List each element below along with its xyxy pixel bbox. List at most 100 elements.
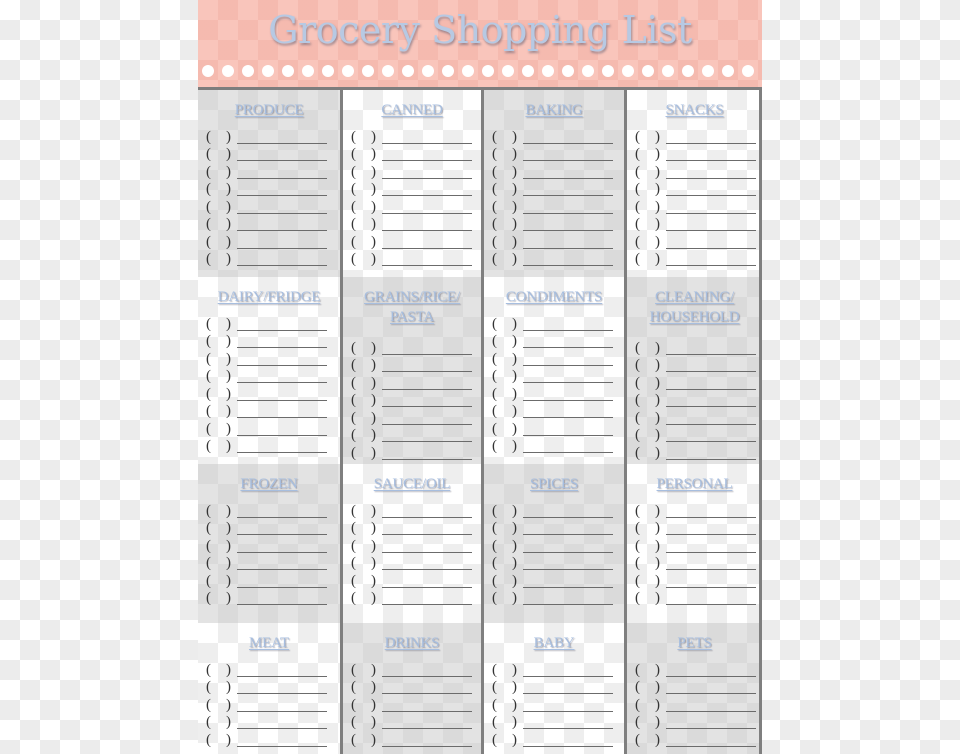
checkbox-open[interactable]: ( xyxy=(635,129,645,146)
item-write-line[interactable] xyxy=(382,551,472,553)
item-write-line[interactable] xyxy=(382,569,472,570)
checkbox-open[interactable]: ( xyxy=(635,427,645,444)
checkbox-close[interactable]: ) xyxy=(371,555,381,572)
checkbox-open[interactable]: ( xyxy=(206,199,216,216)
checkbox-close[interactable]: ) xyxy=(655,679,665,696)
item-write-line[interactable] xyxy=(382,230,472,231)
checkbox-open[interactable]: ( xyxy=(492,697,502,714)
checkbox-open[interactable]: ( xyxy=(492,234,502,251)
checkbox-close[interactable]: ) xyxy=(512,146,522,163)
checkbox-close[interactable]: ) xyxy=(512,333,522,350)
item-write-line[interactable] xyxy=(523,569,613,570)
item-write-line[interactable] xyxy=(237,265,327,266)
item-write-line[interactable] xyxy=(666,569,756,570)
item-write-line[interactable] xyxy=(523,745,613,747)
checkbox-open[interactable]: ( xyxy=(492,351,502,368)
checkbox-close[interactable]: ) xyxy=(371,251,381,268)
item-write-line[interactable] xyxy=(523,247,613,249)
item-write-line[interactable] xyxy=(666,441,756,442)
checkbox-open[interactable]: ( xyxy=(351,392,361,409)
checkbox-open[interactable]: ( xyxy=(635,375,645,392)
checkbox-close[interactable]: ) xyxy=(226,386,236,403)
checkbox-open[interactable]: ( xyxy=(492,333,502,350)
checkbox-open[interactable]: ( xyxy=(635,392,645,409)
checkbox-open[interactable]: ( xyxy=(492,386,502,403)
item-write-line[interactable] xyxy=(237,534,327,535)
checkbox-open[interactable]: ( xyxy=(206,164,216,181)
checkbox-close[interactable]: ) xyxy=(655,697,665,714)
checkbox-open[interactable]: ( xyxy=(206,316,216,333)
checkbox-close[interactable]: ) xyxy=(371,164,381,181)
item-write-line[interactable] xyxy=(523,586,613,588)
checkbox-close[interactable]: ) xyxy=(226,573,236,590)
checkbox-open[interactable]: ( xyxy=(351,357,361,374)
checkbox-open[interactable]: ( xyxy=(635,181,645,198)
checkbox-open[interactable]: ( xyxy=(635,164,645,181)
checkbox-close[interactable]: ) xyxy=(226,538,236,555)
checkbox-close[interactable]: ) xyxy=(226,333,236,350)
item-write-line[interactable] xyxy=(523,142,613,144)
checkbox-close[interactable]: ) xyxy=(655,503,665,520)
item-write-line[interactable] xyxy=(382,160,472,161)
checkbox-close[interactable]: ) xyxy=(226,251,236,268)
item-write-line[interactable] xyxy=(237,347,327,348)
checkbox-close[interactable]: ) xyxy=(371,216,381,233)
checkbox-close[interactable]: ) xyxy=(655,662,665,679)
item-write-line[interactable] xyxy=(237,693,327,694)
checkbox-close[interactable]: ) xyxy=(512,679,522,696)
checkbox-open[interactable]: ( xyxy=(351,520,361,537)
checkbox-close[interactable]: ) xyxy=(512,234,522,251)
item-write-line[interactable] xyxy=(666,212,756,214)
item-write-line[interactable] xyxy=(382,458,472,460)
checkbox-close[interactable]: ) xyxy=(655,392,665,409)
checkbox-open[interactable]: ( xyxy=(351,732,361,749)
item-write-line[interactable] xyxy=(523,675,613,677)
checkbox-close[interactable]: ) xyxy=(226,732,236,749)
checkbox-close[interactable]: ) xyxy=(655,538,665,555)
checkbox-close[interactable]: ) xyxy=(512,351,522,368)
checkbox-open[interactable]: ( xyxy=(351,590,361,607)
checkbox-open[interactable]: ( xyxy=(635,697,645,714)
checkbox-close[interactable]: ) xyxy=(226,181,236,198)
item-write-line[interactable] xyxy=(237,417,327,418)
item-write-line[interactable] xyxy=(237,569,327,570)
item-write-line[interactable] xyxy=(382,675,472,677)
checkbox-open[interactable]: ( xyxy=(492,573,502,590)
checkbox-open[interactable]: ( xyxy=(492,714,502,731)
item-write-line[interactable] xyxy=(237,247,327,249)
item-write-line[interactable] xyxy=(666,586,756,588)
item-write-line[interactable] xyxy=(666,388,756,390)
checkbox-open[interactable]: ( xyxy=(351,445,361,462)
checkbox-open[interactable]: ( xyxy=(206,333,216,350)
checkbox-close[interactable]: ) xyxy=(655,251,665,268)
checkbox-close[interactable]: ) xyxy=(371,427,381,444)
checkbox-open[interactable]: ( xyxy=(351,234,361,251)
checkbox-close[interactable]: ) xyxy=(512,555,522,572)
checkbox-close[interactable]: ) xyxy=(226,316,236,333)
item-write-line[interactable] xyxy=(237,452,327,453)
item-write-line[interactable] xyxy=(382,265,472,266)
checkbox-close[interactable]: ) xyxy=(371,590,381,607)
checkbox-open[interactable]: ( xyxy=(206,590,216,607)
checkbox-open[interactable]: ( xyxy=(635,445,645,462)
checkbox-open[interactable]: ( xyxy=(351,538,361,555)
checkbox-close[interactable]: ) xyxy=(371,375,381,392)
checkbox-open[interactable]: ( xyxy=(351,714,361,731)
checkbox-close[interactable]: ) xyxy=(226,679,236,696)
item-write-line[interactable] xyxy=(382,195,472,196)
checkbox-open[interactable]: ( xyxy=(492,555,502,572)
item-write-line[interactable] xyxy=(382,586,472,588)
checkbox-open[interactable]: ( xyxy=(351,375,361,392)
checkbox-close[interactable]: ) xyxy=(655,146,665,163)
checkbox-open[interactable]: ( xyxy=(635,146,645,163)
checkbox-close[interactable]: ) xyxy=(655,573,665,590)
checkbox-open[interactable]: ( xyxy=(492,199,502,216)
checkbox-open[interactable]: ( xyxy=(635,357,645,374)
checkbox-close[interactable]: ) xyxy=(655,590,665,607)
item-write-line[interactable] xyxy=(237,586,327,588)
checkbox-open[interactable]: ( xyxy=(492,438,502,455)
item-write-line[interactable] xyxy=(666,458,756,460)
checkbox-close[interactable]: ) xyxy=(512,573,522,590)
item-write-line[interactable] xyxy=(523,399,613,401)
item-write-line[interactable] xyxy=(382,423,472,425)
